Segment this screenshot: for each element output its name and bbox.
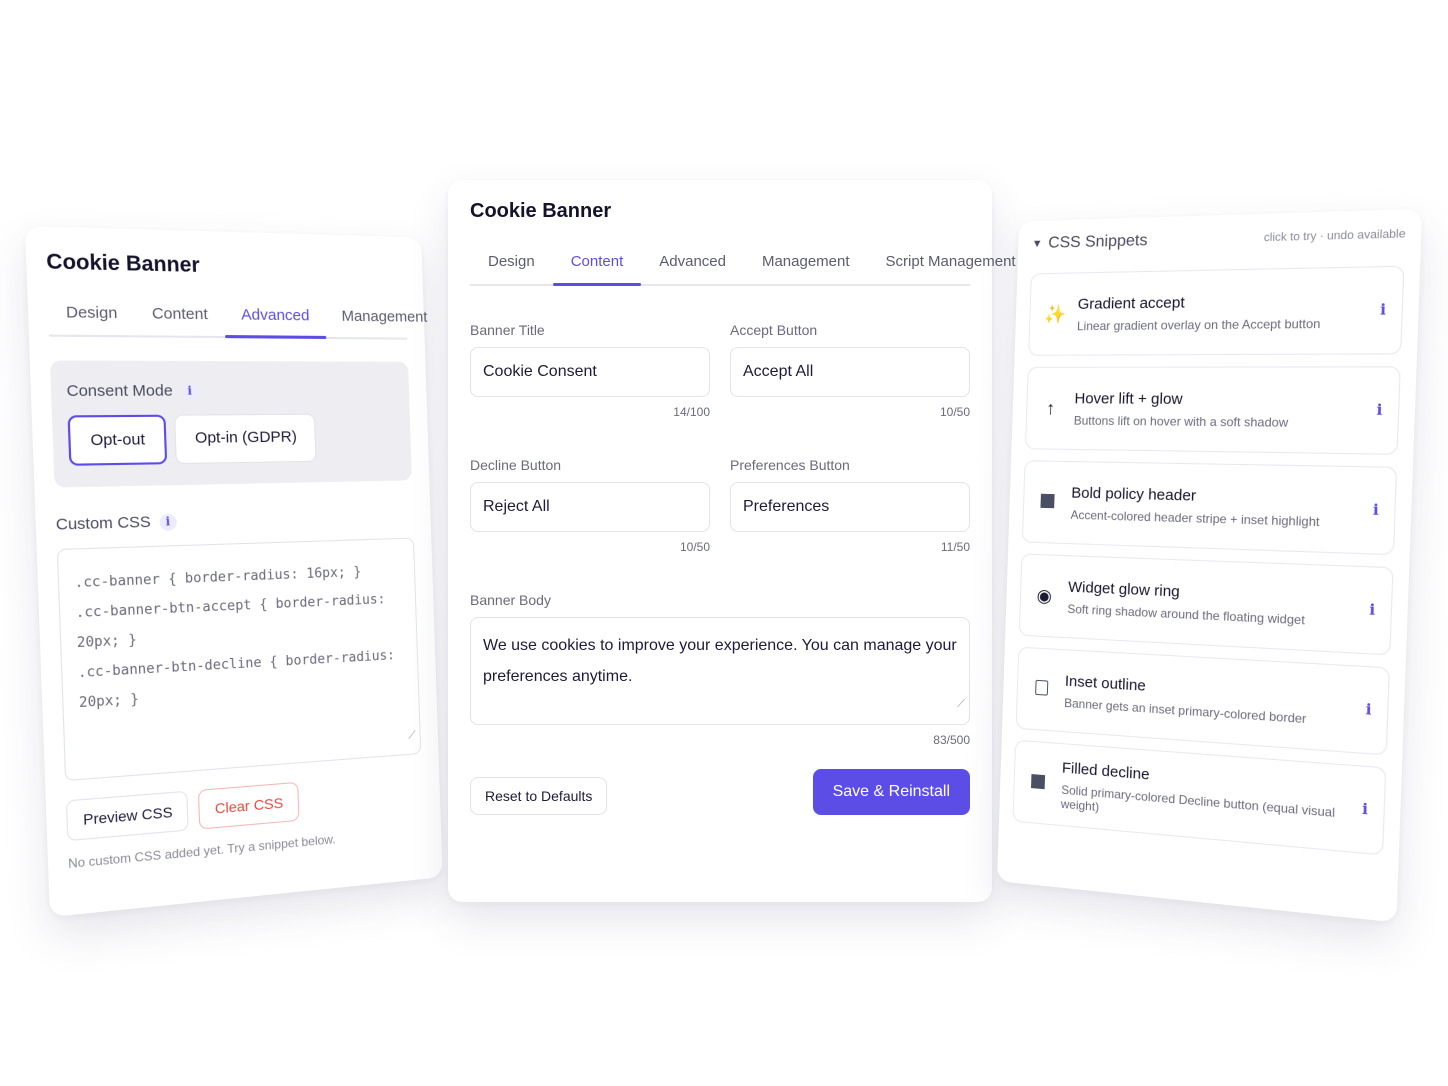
snippet-desc: Buttons lift on hover with a soft shadow [1074, 413, 1361, 430]
banner-body-label: Banner Body [470, 592, 970, 608]
consent-mode-section: Consent Mode i Opt-out Opt-in (GDPR) [50, 360, 412, 487]
snippet-text: Hover lift + glow Buttons lift on hover … [1074, 390, 1362, 431]
accept-button-group: Accept Button Accept All 10/50 [730, 322, 970, 457]
tab-content[interactable]: Content [553, 253, 642, 284]
tab-advanced[interactable]: Advanced [224, 306, 326, 337]
snippet-text: Filled decline Solid primary-colored Dec… [1061, 759, 1348, 836]
snippets-header: ▼ CSS Snippets click to try · undo avail… [1032, 224, 1406, 253]
banner-title-label: Banner Title [470, 322, 710, 338]
snippet-bold-policy-header[interactable]: Bold policy header Accent-colored header… [1022, 460, 1397, 555]
caret-down-icon: ▼ [1032, 238, 1043, 250]
center-card-title: Cookie Banner [470, 200, 970, 223]
info-icon[interactable]: i [1376, 402, 1383, 419]
snippet-filled-decline[interactable]: Filled decline Solid primary-colored Dec… [1012, 740, 1386, 856]
banner-body-group: Banner Body We use cookies to improve yo… [470, 592, 970, 747]
snippet-hover-lift-glow[interactable]: ↑ Hover lift + glow Buttons lift on hove… [1025, 366, 1401, 455]
square-icon [1028, 771, 1048, 794]
resize-handle-icon[interactable]: ⟋ [408, 721, 416, 750]
square-outline-icon [1031, 678, 1051, 700]
sparkle-icon: ✨ [1044, 304, 1064, 325]
snippet-text: Bold policy header Accent-colored header… [1070, 484, 1358, 530]
snippets-title: CSS Snippets [1048, 232, 1148, 253]
preferences-button-label: Preferences Button [730, 457, 970, 473]
snippets-hint: click to try · undo available [1264, 228, 1406, 245]
accept-button-counter: 10/50 [730, 405, 970, 419]
accept-button-input[interactable]: Accept All [730, 347, 970, 397]
left-tab-bar: Design Content Advanced Management [48, 303, 407, 339]
square-icon [1037, 491, 1057, 513]
save-reinstall-button[interactable]: Save & Reinstall [813, 769, 970, 815]
banner-title-input[interactable]: Cookie Consent [470, 347, 710, 397]
snippet-gradient-accept[interactable]: ✨ Gradient accept Linear gradient overla… [1028, 266, 1404, 356]
snippet-text: Inset outline Banner gets an inset prima… [1064, 672, 1351, 729]
tab-design[interactable]: Design [470, 253, 553, 284]
info-icon[interactable]: i [1369, 602, 1376, 619]
info-icon[interactable]: i [1365, 701, 1372, 719]
consent-mode-label-row: Consent Mode i [66, 382, 395, 400]
decline-button-counter: 10/50 [470, 540, 710, 554]
tab-content[interactable]: Content [134, 304, 225, 336]
decline-button-input[interactable]: Reject All [470, 482, 710, 532]
info-icon[interactable]: i [1380, 302, 1387, 319]
preferences-button-input[interactable]: Preferences [730, 482, 970, 532]
tab-advanced[interactable]: Advanced [641, 253, 744, 284]
css-snippets-card: ▼ CSS Snippets click to try · undo avail… [997, 209, 1422, 923]
arrow-up-icon: ↑ [1041, 398, 1061, 419]
banner-title-group: Banner Title Cookie Consent 14/100 [470, 322, 710, 457]
opt-in-gdpr-button[interactable]: Opt-in (GDPR) [174, 414, 317, 464]
info-icon[interactable]: i [1362, 801, 1369, 819]
custom-css-label: Custom CSS [56, 513, 152, 534]
opt-out-button[interactable]: Opt-out [67, 415, 167, 466]
snippet-desc: Linear gradient overlay on the Accept bu… [1077, 315, 1365, 332]
content-form: Banner Title Cookie Consent 14/100 Accep… [470, 322, 970, 592]
tab-design[interactable]: Design [48, 303, 136, 335]
preview-css-button[interactable]: Preview CSS [66, 791, 189, 841]
reset-to-defaults-button[interactable]: Reset to Defaults [470, 777, 607, 815]
decline-button-group: Decline Button Reject All 10/50 [470, 457, 710, 592]
snippet-text: Widget glow ring Soft ring shadow around… [1067, 578, 1354, 629]
snippet-name: Hover lift + glow [1074, 390, 1361, 409]
preferences-button-group: Preferences Button Preferences 11/50 [730, 457, 970, 592]
custom-css-label-row: Custom CSS i [56, 506, 414, 533]
snippet-inset-outline[interactable]: Inset outline Banner gets an inset prima… [1016, 647, 1390, 756]
info-icon[interactable]: i [1373, 502, 1380, 519]
center-tab-bar: Design Content Advanced Management Scrip… [470, 253, 970, 286]
content-settings-card: Cookie Banner Design Content Advanced Ma… [448, 180, 992, 902]
banner-body-text: We use cookies to improve your experienc… [483, 637, 957, 685]
banner-body-textarea[interactable]: We use cookies to improve your experienc… [470, 617, 970, 725]
form-actions: Reset to Defaults Save & Reinstall [470, 769, 970, 815]
tab-management[interactable]: Management [744, 253, 868, 284]
banner-title-counter: 14/100 [470, 405, 710, 419]
banner-body-counter: 83/500 [470, 733, 970, 747]
advanced-settings-card: Cookie Banner Design Content Advanced Ma… [25, 226, 443, 917]
snippet-name: Gradient accept [1077, 291, 1365, 313]
custom-css-editor[interactable]: .cc-banner { border-radius: 16px; } .cc-… [57, 538, 421, 782]
tab-script-management[interactable]: Script Management [868, 253, 1034, 284]
consent-mode-label: Consent Mode [66, 382, 173, 400]
tab-management[interactable]: Management [325, 307, 443, 338]
resize-handle-icon[interactable]: ⟋ [957, 689, 965, 720]
preferences-button-counter: 11/50 [730, 540, 970, 554]
snippet-text: Gradient accept Linear gradient overlay … [1077, 291, 1366, 333]
snippet-desc: Accent-colored header stripe + inset hig… [1070, 507, 1357, 530]
info-icon[interactable]: i [181, 382, 199, 399]
info-icon[interactable]: i [159, 513, 177, 530]
decline-button-label: Decline Button [470, 457, 710, 473]
accept-button-label: Accept Button [730, 322, 970, 338]
left-card-title: Cookie Banner [46, 250, 405, 282]
radio-icon: ◉ [1034, 585, 1054, 607]
clear-css-button[interactable]: Clear CSS [198, 782, 299, 830]
snippet-widget-glow-ring[interactable]: ◉ Widget glow ring Soft ring shadow arou… [1019, 553, 1394, 655]
snippets-toggle[interactable]: ▼ CSS Snippets [1032, 232, 1148, 253]
snippet-name: Bold policy header [1071, 484, 1358, 509]
consent-mode-options: Opt-out Opt-in (GDPR) [67, 413, 397, 466]
